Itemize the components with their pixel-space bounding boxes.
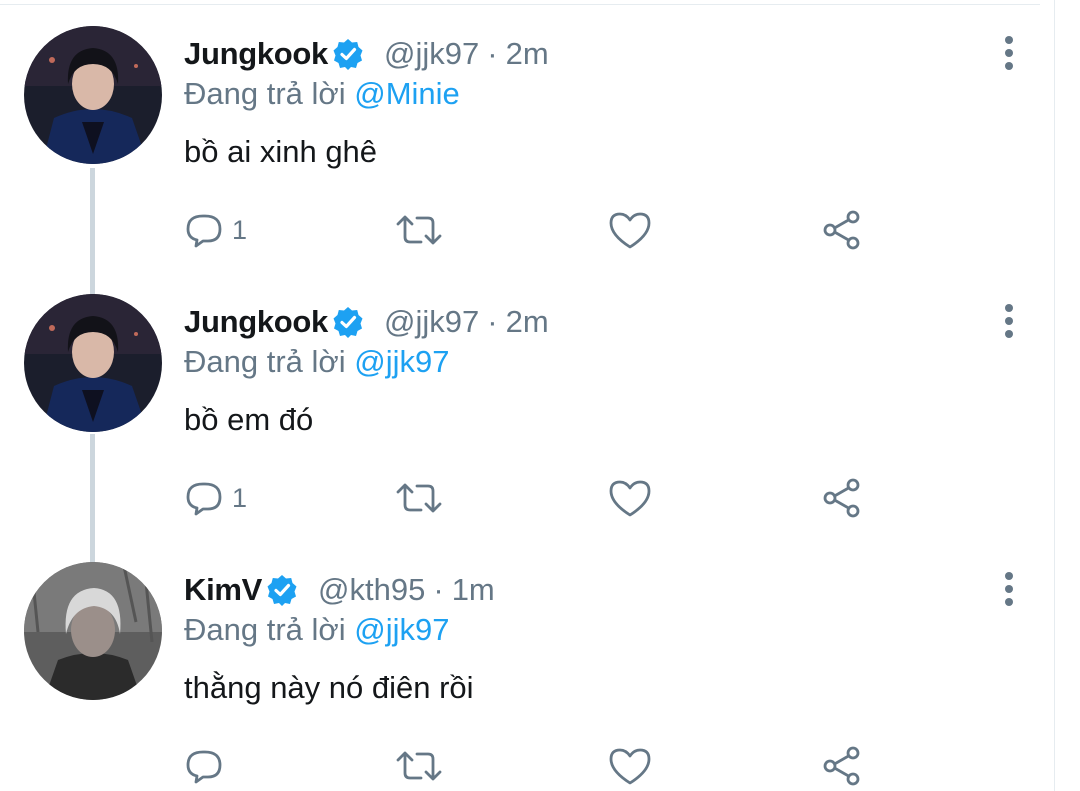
reply-icon [186,482,222,516]
like-button[interactable] [608,206,652,254]
reply-button[interactable]: 1 [184,206,247,254]
share-button[interactable] [820,206,864,254]
tweet-header: Jungkook @jjk97 · 2m [184,300,549,344]
reply-count: 1 [232,214,248,245]
avatar[interactable] [24,26,162,164]
more-options-button[interactable] [994,296,1024,346]
handle-time: @kth95 · 1m [318,572,495,608]
tweet-header: KimV @kth95 · 1m [184,568,495,612]
replying-to: Đang trả lời @Minie [184,76,460,112]
replying-prefix: Đang trả lời [184,612,346,647]
handle-time: @jjk97 · 2m [384,36,549,72]
retweet-icon [396,751,442,781]
replying-to: Đang trả lời @jjk97 [184,612,449,648]
share-icon [823,746,860,786]
replying-to: Đang trả lời @jjk97 [184,344,449,380]
reply-mention-link[interactable]: @jjk97 [354,612,449,647]
like-button[interactable] [608,474,652,522]
more-vertical-icon [1005,36,1013,70]
share-icon [823,210,860,250]
timestamp[interactable]: 1m [452,572,495,607]
tweet-actions [184,742,884,790]
more-options-button[interactable] [994,564,1024,614]
reply-mention-link[interactable]: @Minie [354,76,460,111]
display-name[interactable]: Jungkook [184,36,328,72]
handle-time: @jjk97 · 2m [384,304,549,340]
thread-connector [90,434,95,564]
timeline-border [1054,0,1055,791]
replying-prefix: Đang trả lời [184,76,346,111]
reply-button[interactable]: 1 [184,474,247,522]
handle[interactable]: @kth95 [318,572,425,607]
reply-icon [186,214,222,248]
tweet-actions: 1 [184,474,884,522]
like-icon [609,212,651,249]
timestamp[interactable]: 2m [506,36,549,71]
tweet-text: bồ em đó [184,402,314,437]
more-vertical-icon [1005,572,1013,606]
tweet-text: thằng này nó điên rồi [184,670,474,705]
timestamp[interactable]: 2m [506,304,549,339]
more-options-button[interactable] [994,28,1024,78]
share-button[interactable] [820,742,864,790]
thread-connector [90,168,95,296]
handle[interactable]: @jjk97 [384,304,479,339]
retweet-button[interactable] [394,474,444,522]
verified-badge-icon [332,306,364,338]
reply-icon [186,750,222,784]
separator: · [487,36,498,71]
like-button[interactable] [608,742,652,790]
avatar[interactable] [24,294,162,432]
share-button[interactable] [820,474,864,522]
tweet-actions: 1 [184,206,884,254]
display-name[interactable]: Jungkook [184,304,328,340]
retweet-button[interactable] [394,206,444,254]
tweet-header: Jungkook @jjk97 · 2m [184,32,549,76]
like-icon [609,748,651,785]
retweet-icon [396,483,442,513]
replying-prefix: Đang trả lời [184,344,346,379]
avatar[interactable] [24,562,162,700]
handle[interactable]: @jjk97 [384,36,479,71]
separator: · [433,572,444,607]
retweet-icon [396,215,442,245]
verified-badge-icon [332,38,364,70]
reply-button[interactable] [184,742,232,790]
more-vertical-icon [1005,304,1013,338]
verified-badge-icon [266,574,298,606]
share-icon [823,478,860,518]
top-divider [0,0,1040,5]
display-name[interactable]: KimV [184,572,262,608]
reply-count: 1 [232,482,248,513]
reply-mention-link[interactable]: @jjk97 [354,344,449,379]
retweet-button[interactable] [394,742,444,790]
like-icon [609,480,651,517]
tweet-text: bồ ai xinh ghê [184,134,378,169]
separator: · [487,304,498,339]
